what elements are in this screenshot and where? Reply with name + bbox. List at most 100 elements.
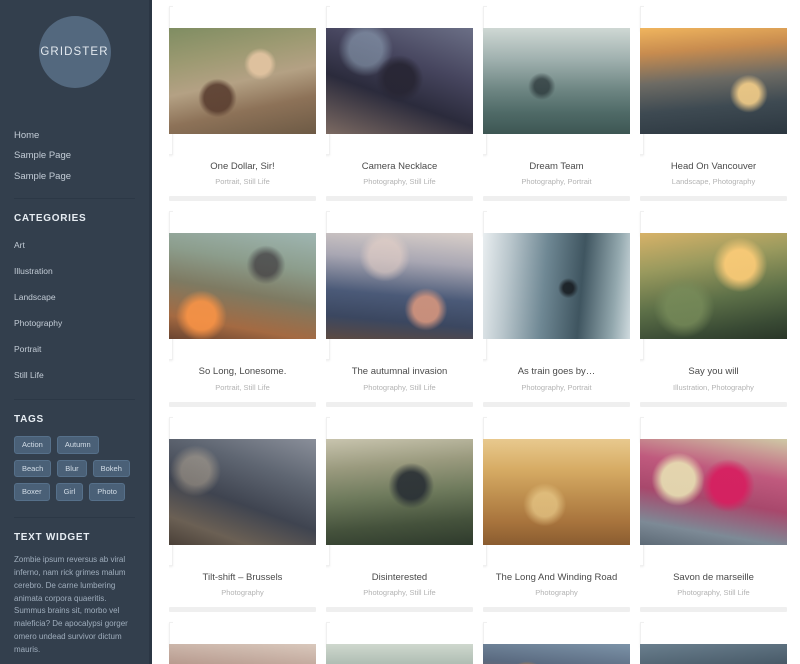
category-link-illustration[interactable]: Illustration bbox=[14, 266, 53, 276]
nav-link-sample-page-1[interactable]: Sample Page bbox=[14, 150, 135, 161]
portfolio-item[interactable]: The Long And Winding Road Photography bbox=[478, 416, 635, 626]
portfolio-separator bbox=[640, 607, 787, 613]
portfolio-thumbnail bbox=[483, 28, 630, 134]
category-link-art[interactable]: Art bbox=[14, 240, 25, 250]
portfolio-item[interactable]: Gran Via 100 Photography bbox=[478, 622, 635, 664]
portfolio-title[interactable]: As train goes by… bbox=[485, 366, 628, 377]
portfolio-caption: Say you will Illustration, Photography bbox=[640, 357, 787, 399]
portfolio-item[interactable]: As train goes by… Photography, Portrait bbox=[478, 211, 635, 420]
sidebar-divider-2 bbox=[14, 399, 135, 401]
sidebar-divider-1 bbox=[14, 198, 135, 200]
nav-item-home[interactable]: Home bbox=[14, 130, 135, 141]
portfolio-separator bbox=[326, 607, 473, 613]
portfolio-thumbnail bbox=[483, 438, 630, 545]
category-item-portrait[interactable]: Portrait bbox=[14, 339, 135, 357]
portfolio-item[interactable]: The autumnal invasion Photography, Still… bbox=[321, 211, 478, 420]
tag-action[interactable]: Action bbox=[14, 436, 51, 454]
portfolio-item[interactable]: Dream Team Photography, Portrait bbox=[478, 6, 635, 215]
site-logo[interactable]: GRIDSTER bbox=[14, 14, 135, 88]
tag-boxer[interactable]: Boxer bbox=[14, 483, 50, 501]
nav-item-sample-page-2[interactable]: Sample Page bbox=[14, 171, 135, 182]
portfolio-title[interactable]: Say you will bbox=[642, 366, 785, 377]
portfolio-grid: One Dollar, Sir! Portrait, Still Life Ca… bbox=[164, 6, 792, 664]
portfolio-separator bbox=[640, 196, 787, 202]
portfolio-separator bbox=[169, 607, 316, 613]
categories-widget: CATEGORIES Art Illustration Landscape Ph… bbox=[14, 213, 135, 383]
portfolio-thumb-link[interactable] bbox=[169, 622, 316, 664]
portfolio-thumb-link[interactable] bbox=[326, 6, 473, 155]
portfolio-title[interactable]: Head On Vancouver bbox=[642, 161, 785, 172]
portfolio-item[interactable]: One on One Photography bbox=[635, 622, 792, 664]
portfolio-thumbnail bbox=[326, 28, 473, 134]
portfolio-thumb-link[interactable] bbox=[169, 211, 316, 361]
portfolio-title[interactable]: Savon de marseille bbox=[642, 572, 785, 583]
portfolio-item[interactable]: Ice Cream Kisses, Like Summer Photograph… bbox=[164, 622, 321, 664]
nav-item-sample-page-1[interactable]: Sample Page bbox=[14, 150, 135, 161]
portfolio-item[interactable]: So Long, Lonesome. Portrait, Still Life bbox=[164, 211, 321, 420]
portfolio-thumb-link[interactable] bbox=[483, 622, 630, 664]
category-link-photography[interactable]: Photography bbox=[14, 318, 62, 328]
portfolio-thumb-link[interactable] bbox=[483, 6, 630, 155]
portfolio-thumb-link[interactable] bbox=[640, 6, 787, 155]
category-item-landscape[interactable]: Landscape bbox=[14, 287, 135, 305]
tag-bokeh[interactable]: Bokeh bbox=[92, 459, 130, 478]
category-item-illustration[interactable]: Illustration bbox=[14, 261, 135, 279]
portfolio-categories: Illustration, Photography bbox=[673, 382, 754, 392]
tag-blur[interactable]: Blur bbox=[57, 459, 87, 478]
text-widget: TEXT WIDGET Zombie ipsum reversus ab vir… bbox=[14, 532, 135, 658]
category-link-portrait[interactable]: Portrait bbox=[14, 344, 41, 354]
tag-photo[interactable]: Photo bbox=[89, 483, 125, 501]
tag-beach[interactable]: Beach bbox=[14, 459, 52, 478]
category-item-photography[interactable]: Photography bbox=[14, 313, 135, 331]
portfolio-title[interactable]: Camera Necklace bbox=[328, 161, 471, 172]
portfolio-item[interactable]: Camera Necklace Photography, Still Life bbox=[321, 6, 478, 215]
portfolio-title[interactable]: So Long, Lonesome. bbox=[171, 366, 314, 377]
portfolio-thumbnail bbox=[326, 438, 473, 545]
portfolio-thumb-link[interactable] bbox=[640, 211, 787, 361]
category-link-landscape[interactable]: Landscape bbox=[14, 292, 56, 302]
portfolio-thumbnail bbox=[169, 644, 316, 664]
portfolio-thumb-link[interactable] bbox=[640, 416, 787, 566]
portfolio-item[interactable]: Say you will Illustration, Photography bbox=[635, 211, 792, 420]
portfolio-item[interactable]: Tilt-shift – Brussels Photography bbox=[164, 416, 321, 626]
nav-link-sample-page-2[interactable]: Sample Page bbox=[14, 171, 135, 182]
portfolio-categories: Photography bbox=[535, 588, 578, 598]
portfolio-thumb-link[interactable] bbox=[640, 622, 787, 664]
portfolio-title[interactable]: Disinterested bbox=[328, 572, 471, 583]
portfolio-separator bbox=[169, 401, 316, 407]
portfolio-categories: Photography, Portrait bbox=[521, 177, 592, 187]
portfolio-thumb-link[interactable] bbox=[483, 416, 630, 566]
category-item-still-life[interactable]: Still Life bbox=[14, 365, 135, 383]
nav-link-home[interactable]: Home bbox=[14, 130, 135, 141]
portfolio-separator bbox=[326, 401, 473, 407]
tag-autumn[interactable]: Autumn bbox=[56, 436, 99, 454]
portfolio-title[interactable]: Tilt-shift – Brussels bbox=[171, 572, 314, 583]
portfolio-categories: Photography bbox=[221, 588, 264, 598]
portfolio-thumb-link[interactable] bbox=[326, 622, 473, 664]
portfolio-item[interactable]: Head On Vancouver Landscape, Photography bbox=[635, 6, 792, 215]
portfolio-title[interactable]: The autumnal invasion bbox=[328, 366, 471, 377]
portfolio-thumbnail bbox=[640, 438, 787, 545]
portfolio-thumbnail bbox=[169, 28, 316, 134]
tag-girl[interactable]: Girl bbox=[55, 483, 84, 501]
portfolio-separator bbox=[169, 196, 316, 202]
portfolio-item[interactable]: Disinterested Photography, Still Life bbox=[321, 416, 478, 626]
page-root: GRIDSTER Home Sample Page Sample Page CA… bbox=[0, 0, 800, 664]
portfolio-title[interactable]: One Dollar, Sir! bbox=[171, 161, 314, 172]
portfolio-title[interactable]: Dream Team bbox=[485, 161, 628, 172]
portfolio-thumb-link[interactable] bbox=[169, 6, 316, 155]
portfolio-thumb-link[interactable] bbox=[326, 211, 473, 361]
portfolio-main: One Dollar, Sir! Portrait, Still Life Ca… bbox=[152, 0, 800, 664]
portfolio-item[interactable]: Savon de marseille Photography, Still Li… bbox=[635, 416, 792, 626]
portfolio-thumb-link[interactable] bbox=[169, 416, 316, 566]
portfolio-caption: One Dollar, Sir! Portrait, Still Life bbox=[169, 152, 316, 194]
portfolio-thumbnail bbox=[640, 644, 787, 664]
portfolio-item[interactable]: Cosplay-Zoku Art, Photography bbox=[321, 622, 478, 664]
portfolio-title[interactable]: The Long And Winding Road bbox=[485, 572, 628, 583]
category-link-still-life[interactable]: Still Life bbox=[14, 370, 44, 380]
portfolio-item[interactable]: One Dollar, Sir! Portrait, Still Life bbox=[164, 6, 321, 215]
portfolio-thumb-link[interactable] bbox=[483, 211, 630, 361]
portfolio-thumb-link[interactable] bbox=[326, 416, 473, 566]
category-item-art[interactable]: Art bbox=[14, 235, 135, 253]
portfolio-caption: Dream Team Photography, Portrait bbox=[483, 152, 630, 194]
